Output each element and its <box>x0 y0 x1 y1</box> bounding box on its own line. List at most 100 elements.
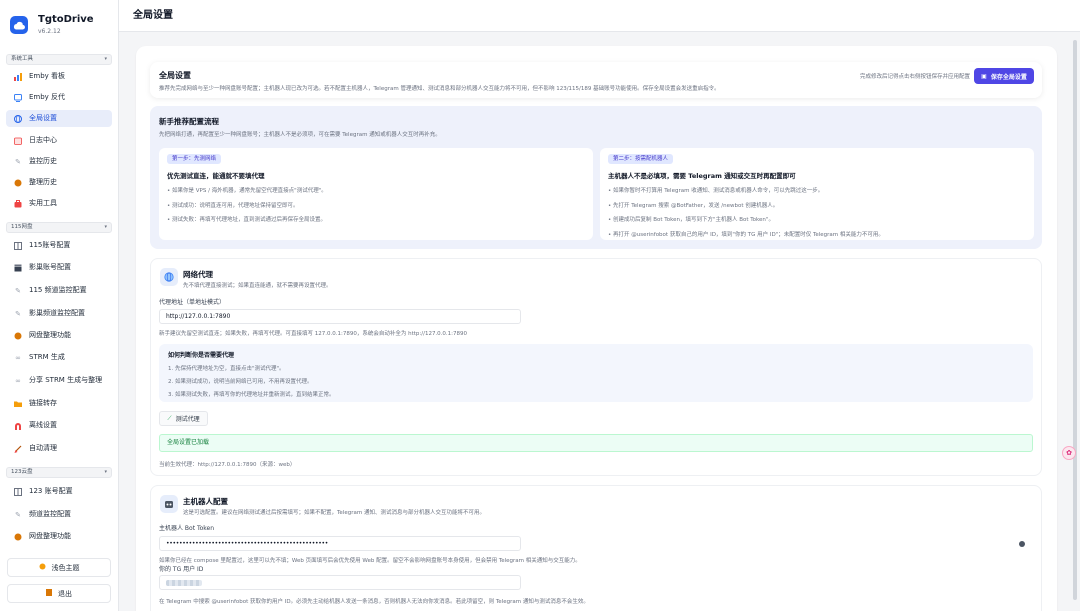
nav-label: 监控历史 <box>29 157 57 165</box>
global-settings-title: 全局设置 <box>159 71 191 80</box>
nav-emby-board[interactable]: Emby 看板 <box>6 68 112 85</box>
nav-label: STRM 生成 <box>29 353 65 361</box>
nav-share-strm[interactable]: ∞ 分享 STRM 生成与整理 <box>6 372 112 389</box>
list-item: 3. 如果测试失败，再填写你的代理地址并重新测试，直到结果正常。 <box>168 392 335 398</box>
network-proxy-title: 网络代理 <box>183 270 213 279</box>
nav-label: Emby 看板 <box>29 72 66 80</box>
proxy-address-input[interactable] <box>159 309 521 324</box>
step-one-card: 第一步：先测网络 优先测试直连，能通就不要填代理 如果你是 VPS / 海外机器… <box>159 148 593 240</box>
nav-label: 115 频道监控配置 <box>29 286 87 294</box>
broom-icon <box>14 445 22 453</box>
chevron-down-icon: ▾ <box>104 469 107 475</box>
list-item: 先打开 Telegram 搜索 @BotFather，发送 /newbot 创建… <box>608 199 884 214</box>
grid-icon <box>14 487 22 496</box>
group-123[interactable]: 123云盘 ▾ <box>6 467 112 478</box>
cookie-icon <box>14 179 22 187</box>
nav-log-center[interactable]: 日志中心 <box>6 132 112 149</box>
list-item: 测试失败：再填写代理地址，直到测试通过后再保存全局设置。 <box>167 213 327 228</box>
pen-icon: ✎ <box>15 286 21 295</box>
theme-toggle-button[interactable]: 浅色主题 <box>7 558 111 577</box>
pen-icon: ✎ <box>15 157 21 166</box>
main-bot-section: 主机器人配置 这是可选配置。建议在网络测试通过后按需填写；如果不配置，Teleg… <box>150 485 1042 611</box>
calendar-icon <box>14 137 22 145</box>
nav-label: 全局设置 <box>29 114 57 122</box>
list-item: 1. 先保持代理地址为空，直接点击"测试代理"。 <box>168 366 285 372</box>
toggle-visibility-icon[interactable] <box>1019 541 1025 547</box>
nav-label: 整理历史 <box>29 178 57 186</box>
scrollbar-thumb[interactable] <box>1073 40 1077 600</box>
cookie-icon <box>14 533 22 541</box>
bot-token-input[interactable]: ••••••••••••••••••••••••••••••••••••••••… <box>159 536 521 551</box>
door-icon <box>46 589 52 598</box>
list-item: 2. 如果测试成功，说明当前网络已可用，不用再设置代理。 <box>168 379 313 385</box>
nav-label: 分享 STRM 生成与整理 <box>29 376 103 384</box>
robot-icon <box>160 495 178 513</box>
nav-123-channel-monitor[interactable]: ✎ 频道监控配置 <box>6 506 112 523</box>
page-scrollbar[interactable] <box>1071 32 1080 611</box>
nav-115-organize[interactable]: 网盘整理功能 <box>6 327 112 344</box>
nav-label: 自动清理 <box>29 444 57 452</box>
nav-organize-history[interactable]: 整理历史 <box>6 174 112 191</box>
nav-label: 实用工具 <box>29 199 57 207</box>
nav-123-account[interactable]: 123 账号配置 <box>6 483 112 500</box>
nav-123-organize[interactable]: 网盘整理功能 <box>6 528 112 545</box>
test-proxy-label: 测试代理 <box>175 416 200 423</box>
list-item: 测试成功：说明直连可用，代理地址保持留空即可。 <box>167 199 327 214</box>
nav-115-channel-monitor[interactable]: ✎ 115 频道监控配置 <box>6 282 112 299</box>
test-proxy-button[interactable]: ⟋ 测试代理 <box>159 411 208 426</box>
settings-loaded-alert: 全局设置已加载 <box>159 434 1033 452</box>
group-115[interactable]: 115网盘 ▾ <box>6 222 112 233</box>
nav-label: 影巢账号配置 <box>29 263 71 271</box>
recommended-flow-title: 新手推荐配置流程 <box>159 117 219 126</box>
step-two-card: 第二步：按需配机器人 主机器人不是必填项，需要 Telegram 通知或交互时再… <box>600 148 1034 240</box>
link-icon: ∞ <box>15 353 21 362</box>
save-global-settings-button[interactable]: ▣ 保存全局设置 <box>974 68 1034 84</box>
save-icon: ▣ <box>981 72 987 80</box>
tg-user-id-help: 在 Telegram 中搜索 @userinfobot 获取你的用户 ID。必须… <box>159 599 589 605</box>
nav-media-channel-monitor[interactable]: ✎ 影巢频道监控配置 <box>6 305 112 322</box>
logout-button[interactable]: 退出 <box>7 584 111 603</box>
nav-auto-clean[interactable]: 自动清理 <box>6 440 112 457</box>
recommended-flow-desc: 先把网络打通，再配置至少一种网盘账号；主机器人不是必须项，可在需要 Telegr… <box>159 132 441 138</box>
grid-icon <box>14 241 22 250</box>
group-system-tools[interactable]: 系统工具 ▾ <box>6 54 112 65</box>
sidebar: TgtoDrive v6.2.12 系统工具 ▾ Emby 看板 Emby 反代 … <box>0 0 119 611</box>
magnet-icon <box>14 422 22 430</box>
pen-icon: ✎ <box>15 510 21 519</box>
nav-label: Emby 反代 <box>29 93 66 101</box>
app-version: v6.2.12 <box>38 28 61 35</box>
nav-strm[interactable]: ∞ STRM 生成 <box>6 349 112 366</box>
nav-utilities[interactable]: 实用工具 <box>6 195 112 212</box>
global-settings-desc: 推荐先完成网络与至少一种网盘账号配置；主机器人现已改为可选。若不配置主机器人，T… <box>159 86 720 92</box>
step-two-list: 如果你暂时不打算用 Telegram 收通知、测试消息或机器人命令，可以先跳过这… <box>608 184 884 242</box>
global-settings-panel: 全局设置 推荐先完成网络与至少一种网盘账号配置；主机器人现已改为可选。若不配置主… <box>150 62 1042 98</box>
tg-user-id-label: 你的 TG 用户 ID <box>159 566 204 573</box>
bot-token-label: 主机器人 Bot Token <box>159 525 215 532</box>
proxy-address-help: 新手建议先留空测试直连；如果失败，再填写代理。可直接填写 127.0.0.1:7… <box>159 331 468 337</box>
nav-emby-proxy[interactable]: Emby 反代 <box>6 89 112 106</box>
bot-token-help: 如果你已经在 compose 里配置过，这里可以先不填；Web 页面填写后会优先… <box>159 558 581 564</box>
wand-icon: ⟋ <box>167 414 172 422</box>
chart-icon <box>14 72 22 81</box>
nav-label: 频道监控配置 <box>29 510 71 518</box>
list-item: 如果你是 VPS / 海外机器，通常先留空代理直接点"测试代理"。 <box>167 184 327 199</box>
nav-offline[interactable]: 离线设置 <box>6 417 112 434</box>
floating-helper-icon[interactable]: ✿ <box>1062 446 1076 460</box>
group-label: 系统工具 <box>11 56 34 62</box>
nav-label: 网盘整理功能 <box>29 331 71 339</box>
group-label: 115网盘 <box>11 224 33 230</box>
nav-monitor-history[interactable]: ✎ 监控历史 <box>6 153 112 170</box>
cookie-icon <box>14 332 22 340</box>
nav-media-account[interactable]: 影巢账号配置 <box>6 259 112 276</box>
logout-label: 退出 <box>58 589 72 598</box>
nav-global-settings[interactable]: 全局设置 <box>6 110 112 127</box>
list-item: 创建成功后复制 Bot Token，填写到下方"主机器人 Bot Token"。 <box>608 213 884 228</box>
proxy-address-label: 代理地址（单地址模式） <box>159 299 226 306</box>
tg-user-id-input[interactable] <box>159 575 521 590</box>
main-bot-desc: 这是可选配置。建议在网络测试通过后按需填写；如果不配置，Telegram 通知、… <box>183 510 485 516</box>
nav-115-account[interactable]: 115账号配置 <box>6 237 112 254</box>
globe-icon <box>14 114 22 123</box>
app-name: TgtoDrive <box>38 14 94 25</box>
nav-link-transfer[interactable]: 链接转存 <box>6 395 112 412</box>
nav-label: 影巢频道监控配置 <box>29 309 85 317</box>
